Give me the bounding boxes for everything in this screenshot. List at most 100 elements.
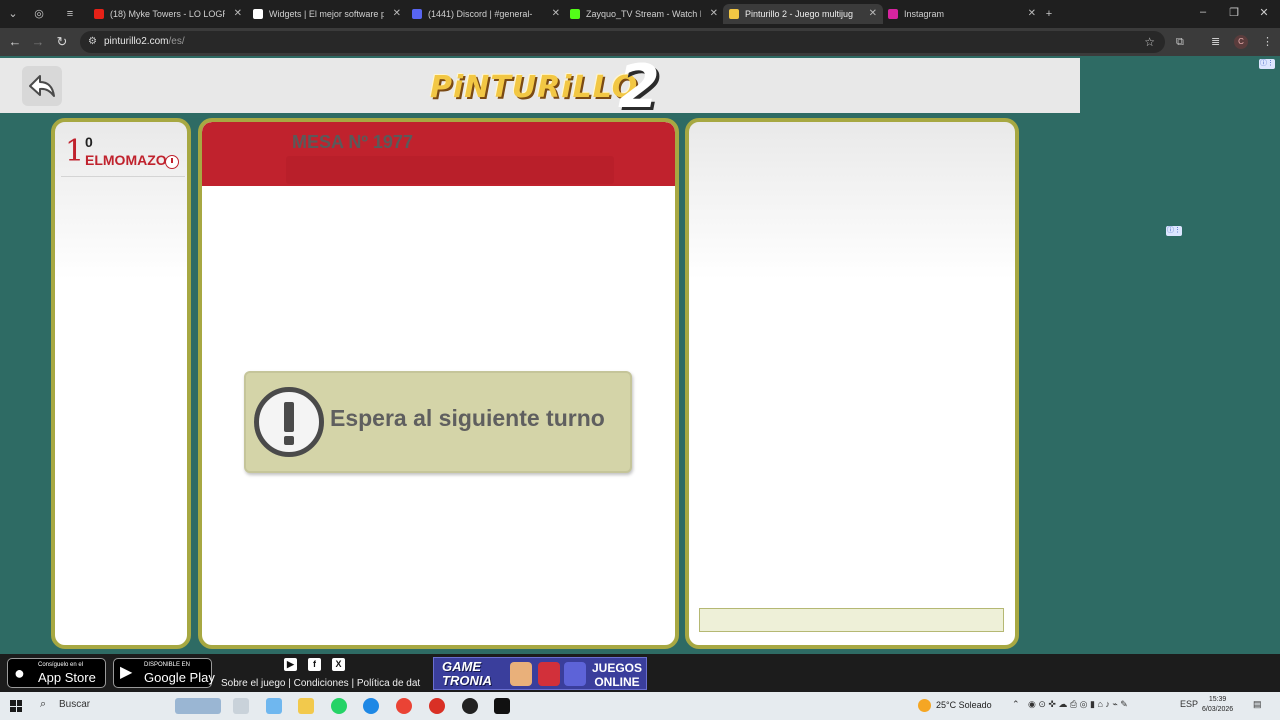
search-icon: ⌕ xyxy=(40,698,47,710)
apple-icon: ● xyxy=(14,663,25,683)
time-text: 15:39 xyxy=(1208,696,1227,703)
profile-avatar[interactable]: C xyxy=(1234,35,1248,49)
windows-taskbar: ⌕ Buscar 25°C Soleado ⌃ ◉ ⊙ ✜ ☁ ⎙ ◎ ▮ ⌂ … xyxy=(0,692,1280,720)
app-store-label: App Store xyxy=(38,670,96,685)
bookmark-star-icon[interactable]: ☆ xyxy=(1144,31,1155,53)
taskbar-search[interactable]: Buscar xyxy=(59,699,90,710)
ad-choices-icon[interactable]: ⓘ⋮ xyxy=(1166,226,1182,236)
back-arrow-icon xyxy=(29,75,55,97)
youtube-favicon-icon xyxy=(94,9,104,19)
facebook-icon[interactable]: f xyxy=(308,658,321,671)
tab-close-icon[interactable]: ✕ xyxy=(710,4,718,24)
tab-title: Instagram xyxy=(904,9,945,19)
windows-start-icon[interactable] xyxy=(10,700,22,712)
browser-tab[interactable]: (1441) Discord | #general- ✕ xyxy=(406,4,566,24)
tab-close-icon[interactable]: ✕ xyxy=(552,4,560,24)
clock-icon xyxy=(165,155,179,169)
back-button[interactable] xyxy=(22,66,62,106)
browser-tab[interactable]: Instagram ✕ xyxy=(882,4,1042,24)
tab-title: Pinturillo 2 - Juego multijug xyxy=(745,9,854,19)
widgets-favicon-icon xyxy=(253,9,263,19)
chat-panel xyxy=(685,118,1019,649)
forward-nav-icon[interactable]: → xyxy=(29,34,47,50)
player-score: 0 xyxy=(85,134,93,150)
tray-icons[interactable]: ◉ ⊙ ✜ ☁ ⎙ ◎ ▮ ⌂ ♪ ⌁ ✎ xyxy=(1028,699,1128,710)
weather-text[interactable]: 25°C Soleado xyxy=(936,700,992,710)
pinturillo-logo: PiNTURiLLO 2 xyxy=(430,52,670,122)
tab-groups-icon[interactable]: ◎ xyxy=(30,5,48,23)
character-icon xyxy=(564,662,586,686)
whatsapp-icon[interactable] xyxy=(331,698,347,714)
tab-title: Zayquo_TV Stream - Watch Liv xyxy=(586,9,701,19)
tab-close-icon[interactable]: ✕ xyxy=(234,4,242,24)
notifications-icon[interactable]: ▤ xyxy=(1253,699,1262,710)
tray-overflow-icon[interactable]: ⌃ xyxy=(1012,699,1020,710)
media-control-icon[interactable]: ≣ xyxy=(1211,35,1220,49)
instagram-favicon-icon xyxy=(888,9,898,19)
new-tab-button[interactable]: + xyxy=(1040,5,1058,23)
site-info-icon[interactable]: ⚙ xyxy=(88,36,97,48)
address-bar[interactable]: ⚙ pinturillo2.com/es/ ☆ xyxy=(80,31,1165,53)
task-view-icon[interactable] xyxy=(233,698,249,714)
x-icon[interactable]: X xyxy=(332,658,345,671)
ad-choices-icon[interactable]: ⓘ⋮ xyxy=(1259,59,1275,69)
date-text: 6/03/2026 xyxy=(1202,706,1234,713)
language-indicator[interactable]: ESP xyxy=(1180,699,1198,709)
banner-word: TRONIA xyxy=(442,673,492,688)
browser-tab-active[interactable]: Pinturillo 2 - Juego multijug ✕ xyxy=(723,4,883,24)
extensions-icon[interactable]: ⧉ xyxy=(1176,35,1184,49)
logo-word: PiNTURiLLO xyxy=(430,70,639,105)
gametronia-banner[interactable]: GAME TRONIA JUEGOS ONLINE xyxy=(433,657,647,690)
exclamation-icon xyxy=(254,387,324,457)
tab-list-icon[interactable]: ≡ xyxy=(61,5,79,23)
tab-search-icon[interactable]: ⌄ xyxy=(4,5,22,23)
player-name: ELMOMAZO xyxy=(85,152,167,168)
app-store-button[interactable]: ● Consíguelo en el App Store xyxy=(7,658,106,688)
browser-tab[interactable]: Zayquo_TV Stream - Watch Liv ✕ xyxy=(564,4,724,24)
players-panel: 1 0 ELMOMAZO xyxy=(51,118,191,649)
table-title: MESA Nº 1977 xyxy=(292,132,413,152)
chat-input[interactable] xyxy=(699,608,1004,632)
tab-close-icon[interactable]: ✕ xyxy=(1028,4,1036,24)
google-play-small-text: DISPONIBLE EN xyxy=(144,662,191,668)
tab-title: Widgets | El mejor software pa xyxy=(269,9,384,19)
terminal-icon[interactable] xyxy=(494,698,510,714)
app-store-small-text: Consíguelo en el xyxy=(38,662,84,668)
youtube-icon[interactable]: ▶ xyxy=(284,658,297,671)
character-icon xyxy=(510,662,532,686)
google-play-label: Google Play xyxy=(144,670,215,685)
restore-icon[interactable]: ❐ xyxy=(1224,6,1244,19)
file-explorer-icon[interactable] xyxy=(298,698,314,714)
edge-icon[interactable] xyxy=(363,698,379,714)
close-window-icon[interactable]: ✕ xyxy=(1254,6,1274,19)
drawing-board[interactable]: MESA Nº 1977 Espera al siguiente turno xyxy=(198,118,679,649)
minimize-icon[interactable]: – xyxy=(1193,6,1213,18)
back-nav-icon[interactable]: ← xyxy=(6,34,24,50)
discord-favicon-icon xyxy=(412,9,422,19)
character-icon xyxy=(538,662,560,686)
menu-kebab-icon[interactable]: ⋮ xyxy=(1262,35,1273,49)
copilot-icon[interactable] xyxy=(266,698,282,714)
taskbar-clock[interactable]: 15:39 6/03/2026 xyxy=(1202,695,1233,715)
banner-right-text: JUEGOS ONLINE xyxy=(592,661,643,689)
tab-title: (18) Myke Towers - LO LOGRÉ ( xyxy=(110,9,225,19)
google-play-button[interactable]: ▶ DISPONIBLE EN Google Play xyxy=(113,658,215,688)
footer-links[interactable]: Sobre el juego | Condiciones | Política … xyxy=(221,678,420,689)
wait-notice: Espera al siguiente turno xyxy=(244,371,632,473)
divider xyxy=(61,176,185,177)
weather-sun-icon xyxy=(918,699,931,712)
player-rank: 1 xyxy=(65,134,85,169)
tab-close-icon[interactable]: ✕ xyxy=(393,4,401,24)
browser-tab[interactable]: Widgets | El mejor software pa ✕ xyxy=(247,4,407,24)
chrome-profile-icon[interactable] xyxy=(429,698,445,714)
google-play-icon: ▶ xyxy=(120,664,133,681)
tab-close-icon[interactable]: ✕ xyxy=(869,4,877,24)
app-icon[interactable] xyxy=(462,698,478,714)
logo-number: 2 xyxy=(618,52,660,122)
reload-icon[interactable]: ↻ xyxy=(53,34,71,50)
word-hint-box xyxy=(286,156,614,184)
browser-tab[interactable]: (18) Myke Towers - LO LOGRÉ ( ✕ xyxy=(88,4,248,24)
search-highlight-icon[interactable] xyxy=(175,698,221,714)
browser-tab-strip: ⌄ ◎ ≡ (18) Myke Towers - LO LOGRÉ ( ✕ Wi… xyxy=(0,0,1280,28)
chrome-icon[interactable] xyxy=(396,698,412,714)
